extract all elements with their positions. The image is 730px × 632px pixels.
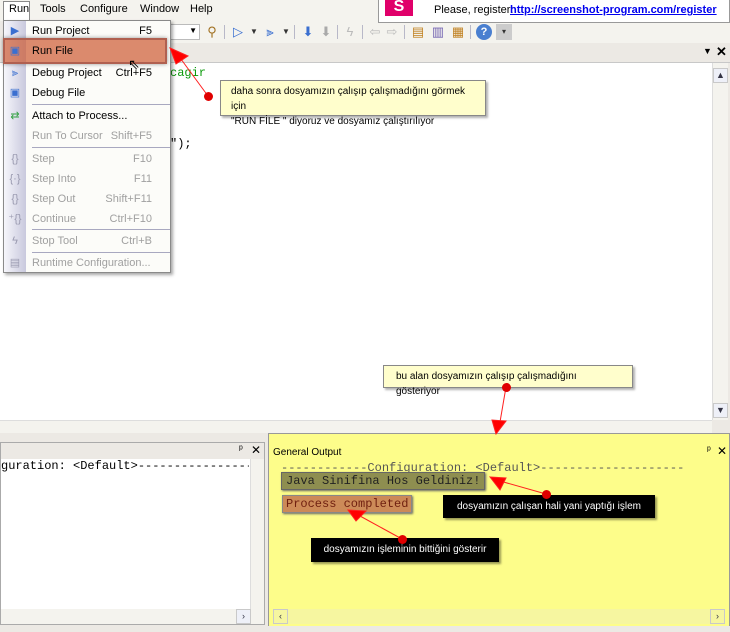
annotation-arrowhead bbox=[488, 476, 507, 491]
annotation-arrow-line bbox=[499, 480, 547, 495]
annotation-arrowhead bbox=[346, 509, 368, 522]
annotation-running: dosyamızın çalışan hali yani yaptığı işl… bbox=[443, 495, 655, 518]
annotation-arrowhead bbox=[491, 419, 507, 436]
annotation-dot bbox=[398, 535, 407, 544]
annotation-arrow-line bbox=[359, 515, 403, 540]
annotation-arrowhead bbox=[169, 47, 190, 65]
annotation-arrow-line bbox=[499, 386, 507, 423]
annotation-dot bbox=[502, 383, 511, 392]
annotation-dot bbox=[542, 490, 551, 499]
annotation-run-file: daha sonra dosyamızın çalışıp çalışmadığ… bbox=[220, 80, 486, 127]
annotation-arrow-line bbox=[177, 54, 209, 97]
annotation-dot bbox=[204, 92, 213, 101]
